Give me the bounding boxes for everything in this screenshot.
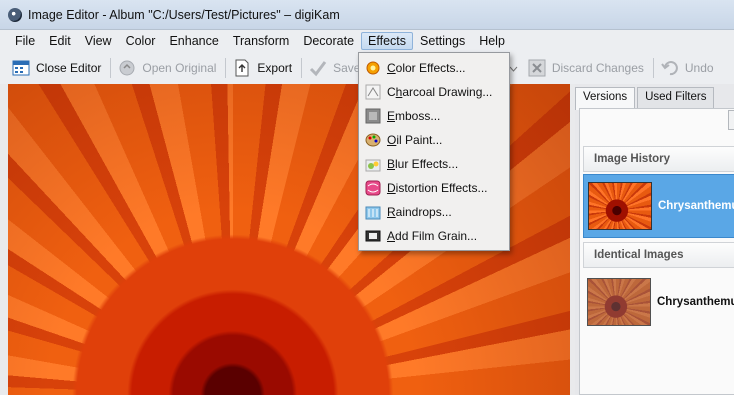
oil-paint-icon bbox=[365, 132, 381, 148]
panel-tabs: Versions Used Filters bbox=[575, 87, 716, 110]
effects-menu-item-blur[interactable]: Blur Effects... bbox=[359, 152, 509, 176]
effects-menu-item-label: Raindrops... bbox=[387, 205, 452, 219]
color-effects-icon bbox=[365, 60, 381, 76]
toolbar-separator bbox=[301, 58, 303, 78]
effects-menu-item-label: Oil Paint... bbox=[387, 133, 443, 147]
open-original-button[interactable]: Open Original bbox=[114, 55, 222, 81]
toolbar-separator bbox=[225, 58, 227, 78]
menu-help[interactable]: Help bbox=[472, 32, 512, 50]
open-original-icon bbox=[117, 58, 137, 78]
image-history-heading: Image History bbox=[583, 146, 734, 172]
emboss-icon bbox=[365, 108, 381, 124]
effects-menu-item-label: Blur Effects... bbox=[387, 157, 459, 171]
identical-images-heading: Identical Images bbox=[583, 242, 734, 268]
distortion-icon bbox=[365, 180, 381, 196]
discard-changes-label: Discard Changes bbox=[551, 61, 644, 75]
menu-bar: File Edit View Color Enhance Transform Decorat… bbox=[0, 30, 734, 52]
effects-menu-item-distortion[interactable]: Distortion Effects... bbox=[359, 176, 509, 200]
tab-used-filters[interactable]: Used Filters bbox=[637, 87, 715, 109]
version-item-current[interactable]: Chrysanthemum bbox=[583, 174, 734, 238]
discard-changes-button[interactable]: Discard Changes bbox=[524, 55, 650, 81]
film-grain-icon bbox=[365, 228, 381, 244]
export-icon bbox=[232, 58, 252, 78]
toolbar-separator bbox=[652, 58, 654, 78]
effects-menu-item-label: Charcoal Drawing... bbox=[387, 85, 493, 99]
effects-menu-item-raindrops[interactable]: Raindrops... bbox=[359, 200, 509, 224]
close-editor-label: Close Editor bbox=[36, 61, 102, 75]
chevron-down-icon bbox=[509, 61, 518, 75]
effects-menu: Color Effects... Charcoal Drawing... Embos… bbox=[358, 52, 510, 251]
open-original-label: Open Original bbox=[142, 61, 217, 75]
effects-menu-item-label: Color Effects... bbox=[387, 61, 466, 75]
checkmark-icon bbox=[308, 58, 328, 78]
effects-menu-item-emboss[interactable]: Emboss... bbox=[359, 104, 509, 128]
effects-menu-item-label: Add Film Grain... bbox=[387, 229, 478, 243]
menu-transform[interactable]: Transform bbox=[226, 32, 297, 50]
versions-panel: Versions Used Filters Image History Chry… bbox=[575, 84, 734, 395]
menu-view[interactable]: View bbox=[78, 32, 119, 50]
identical-image-thumbnail bbox=[587, 278, 651, 326]
undo-label: Undo bbox=[684, 61, 714, 75]
effects-menu-item-film-grain[interactable]: Add Film Grain... bbox=[359, 224, 509, 248]
undo-button[interactable]: Undo bbox=[657, 55, 720, 81]
menu-settings[interactable]: Settings bbox=[413, 32, 472, 50]
digikam-app-icon bbox=[8, 7, 22, 22]
menu-edit[interactable]: Edit bbox=[42, 32, 78, 50]
close-editor-button[interactable]: Close Editor bbox=[8, 55, 107, 81]
charcoal-icon bbox=[365, 84, 381, 100]
export-button[interactable]: Export bbox=[229, 55, 298, 81]
identical-image-item[interactable]: Chrysanthemum bbox=[583, 270, 734, 334]
menu-decorate[interactable]: Decorate bbox=[296, 32, 361, 50]
menu-file[interactable]: File bbox=[8, 32, 42, 50]
window-title: Image Editor - Album "C:/Users/Test/Pict… bbox=[28, 7, 340, 22]
tab-versions[interactable]: Versions bbox=[575, 87, 636, 110]
effects-menu-item-label: Emboss... bbox=[387, 109, 441, 123]
panel-view-toggle-button[interactable] bbox=[728, 110, 734, 130]
menu-enhance[interactable]: Enhance bbox=[162, 32, 225, 50]
effects-menu-item-label: Distortion Effects... bbox=[387, 181, 488, 195]
undo-icon bbox=[660, 58, 680, 78]
menu-effects[interactable]: Effects bbox=[361, 32, 414, 50]
effects-menu-item-oil-paint[interactable]: Oil Paint... bbox=[359, 128, 509, 152]
toolbar-separator bbox=[110, 58, 112, 78]
raindrops-icon bbox=[365, 204, 381, 220]
blur-icon bbox=[365, 156, 381, 172]
export-label: Export bbox=[257, 61, 293, 75]
menu-color[interactable]: Color bbox=[119, 32, 163, 50]
effects-menu-item-color-effects[interactable]: Color Effects... bbox=[359, 56, 509, 80]
version-item-name: Chrysanthemum bbox=[658, 200, 734, 212]
identical-image-name: Chrysanthemum bbox=[657, 296, 734, 308]
discard-icon bbox=[527, 58, 547, 78]
version-thumbnail bbox=[588, 182, 652, 230]
close-editor-icon bbox=[11, 58, 31, 78]
title-bar: Image Editor - Album "C:/Users/Test/Pict… bbox=[0, 0, 734, 30]
effects-menu-item-charcoal[interactable]: Charcoal Drawing... bbox=[359, 80, 509, 104]
